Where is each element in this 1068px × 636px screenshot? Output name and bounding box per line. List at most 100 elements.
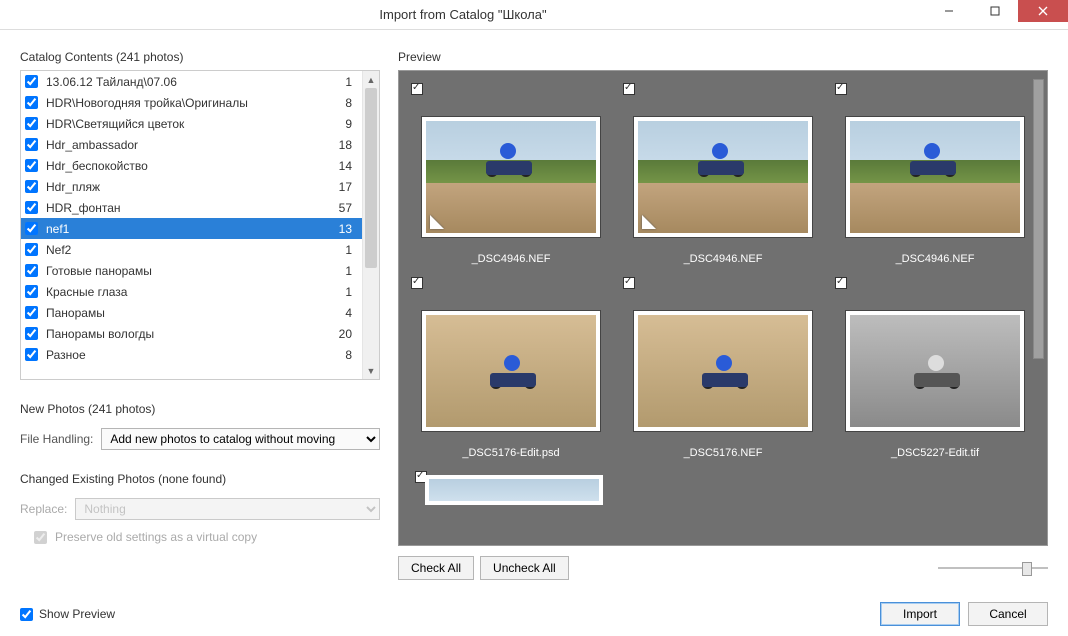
show-preview-label: Show Preview — [39, 607, 115, 621]
close-button[interactable] — [1018, 0, 1068, 22]
scrollbar-thumb[interactable] — [365, 88, 377, 268]
catalog-row-checkbox[interactable] — [25, 327, 38, 340]
catalog-row[interactable]: Красные глаза1 — [21, 281, 362, 302]
scroll-down-icon[interactable]: ▼ — [363, 362, 379, 379]
catalog-row-count: 17 — [328, 180, 356, 194]
preserve-checkbox — [34, 531, 47, 544]
catalog-row-checkbox[interactable] — [25, 306, 38, 319]
thumbnail-image[interactable] — [422, 117, 600, 237]
thumbnail-image[interactable] — [846, 117, 1024, 237]
catalog-row-checkbox[interactable] — [25, 201, 38, 214]
thumbnail-size-slider[interactable] — [938, 559, 1048, 577]
check-all-button[interactable]: Check All — [398, 556, 474, 580]
catalog-row-count: 57 — [328, 201, 356, 215]
thumbnail-cell[interactable]: _DSC5227-Edit.tif — [831, 273, 1039, 463]
thumbnail-caption: _DSC4946.NEF — [472, 253, 551, 265]
catalog-row[interactable]: Готовые панорамы1 — [21, 260, 362, 281]
catalog-row[interactable]: Разное8 — [21, 344, 362, 365]
thumbnail-caption: _DSC4946.NEF — [684, 253, 763, 265]
replace-label: Replace: — [20, 502, 67, 516]
thumbnail-image[interactable] — [634, 117, 812, 237]
catalog-row[interactable]: HDR\Новогодняя тройка\Оригиналы8 — [21, 92, 362, 113]
thumb-checkbox[interactable] — [835, 277, 847, 289]
import-button[interactable]: Import — [880, 602, 960, 626]
catalog-row-count: 18 — [328, 138, 356, 152]
catalog-row-count: 8 — [328, 348, 356, 362]
catalog-row-checkbox[interactable] — [25, 138, 38, 151]
catalog-row-name: Разное — [46, 348, 328, 362]
preview-scrollbar[interactable] — [1030, 71, 1047, 545]
scroll-up-icon[interactable]: ▲ — [363, 71, 379, 88]
thumbnail-caption: _DSC5176.NEF — [684, 447, 763, 459]
catalog-row[interactable]: HDR_фонтан57 — [21, 197, 362, 218]
preview-scrollbar-thumb[interactable] — [1033, 79, 1044, 359]
thumbnail-caption: _DSC5227-Edit.tif — [891, 447, 979, 459]
catalog-row[interactable]: HDR\Светящийся цветок9 — [21, 113, 362, 134]
preview-area: _DSC4946.NEF _DSC4946.NEF _DSC4946.NEF _DSC… — [398, 70, 1048, 546]
thumbnail-image[interactable] — [634, 311, 812, 431]
catalog-row[interactable]: Панорамы вологды20 — [21, 323, 362, 344]
catalog-row[interactable]: nef113 — [21, 218, 362, 239]
catalog-row-count: 9 — [328, 117, 356, 131]
catalog-scrollbar[interactable]: ▲ ▼ — [362, 71, 379, 379]
minimize-button[interactable] — [926, 0, 972, 22]
catalog-row-checkbox[interactable] — [25, 264, 38, 277]
catalog-row-checkbox[interactable] — [25, 75, 38, 88]
catalog-row-count: 14 — [328, 159, 356, 173]
thumb-checkbox[interactable] — [623, 277, 635, 289]
dogear-icon — [642, 215, 656, 229]
catalog-row-count: 4 — [328, 306, 356, 320]
thumbnail-partial[interactable] — [425, 475, 603, 505]
thumb-checkbox[interactable] — [623, 83, 635, 95]
catalog-row[interactable]: 13.06.12 Тайланд\07.061 — [21, 71, 362, 92]
catalog-row-checkbox[interactable] — [25, 285, 38, 298]
thumbnail-image[interactable] — [422, 311, 600, 431]
catalog-row-name: Hdr_ambassador — [46, 138, 328, 152]
thumbnail-cell[interactable]: _DSC5176.NEF — [619, 273, 827, 463]
thumbnail-cell[interactable]: _DSC4946.NEF — [831, 79, 1039, 269]
catalog-row-name: Красные глаза — [46, 285, 328, 299]
thumb-checkbox[interactable] — [411, 277, 423, 289]
preserve-label: Preserve old settings as a virtual copy — [55, 530, 257, 544]
catalog-row-checkbox[interactable] — [25, 348, 38, 361]
catalog-contents-heading: Catalog Contents (241 photos) — [20, 50, 380, 64]
catalog-row-name: HDR\Новогодняя тройка\Оригиналы — [46, 96, 328, 110]
catalog-row-name: HDR\Светящийся цветок — [46, 117, 328, 131]
catalog-row[interactable]: Панорамы4 — [21, 302, 362, 323]
catalog-row-checkbox[interactable] — [25, 159, 38, 172]
changed-photos-heading: Changed Existing Photos (none found) — [20, 472, 380, 486]
thumbnail-image[interactable] — [846, 311, 1024, 431]
catalog-row-checkbox[interactable] — [25, 96, 38, 109]
catalog-row-name: Панорамы вологды — [46, 327, 328, 341]
catalog-row[interactable]: Hdr_ambassador18 — [21, 134, 362, 155]
catalog-row-count: 13 — [328, 222, 356, 236]
catalog-row[interactable]: Hdr_пляж17 — [21, 176, 362, 197]
thumbnail-cell[interactable]: _DSC4946.NEF — [407, 79, 615, 269]
cancel-button[interactable]: Cancel — [968, 602, 1048, 626]
file-handling-select[interactable]: Add new photos to catalog without moving — [101, 428, 380, 450]
show-preview-checkbox-wrap[interactable]: Show Preview — [20, 607, 115, 621]
catalog-row[interactable]: Hdr_беспокойство14 — [21, 155, 362, 176]
preview-heading: Preview — [398, 50, 1048, 64]
catalog-row-checkbox[interactable] — [25, 243, 38, 256]
catalog-row-checkbox[interactable] — [25, 117, 38, 130]
thumbnail-cell[interactable]: _DSC5176-Edit.psd — [407, 273, 615, 463]
catalog-row-count: 1 — [328, 264, 356, 278]
catalog-row-checkbox[interactable] — [25, 222, 38, 235]
catalog-row-checkbox[interactable] — [25, 180, 38, 193]
maximize-button[interactable] — [972, 0, 1018, 22]
catalog-row[interactable]: Nef21 — [21, 239, 362, 260]
catalog-row-name: Hdr_пляж — [46, 180, 328, 194]
uncheck-all-button[interactable]: Uncheck All — [480, 556, 569, 580]
show-preview-checkbox[interactable] — [20, 608, 33, 621]
catalog-row-count: 1 — [328, 75, 356, 89]
thumbnail-cell[interactable]: _DSC4946.NEF — [619, 79, 827, 269]
window-title: Import from Catalog "Школа" — [0, 7, 926, 22]
thumb-checkbox[interactable] — [411, 83, 423, 95]
dogear-icon — [430, 215, 444, 229]
file-handling-label: File Handling: — [20, 432, 93, 446]
titlebar: Import from Catalog "Школа" — [0, 0, 1068, 30]
new-photos-heading: New Photos (241 photos) — [20, 402, 380, 416]
thumb-checkbox[interactable] — [835, 83, 847, 95]
thumbnail-caption: _DSC5176-Edit.psd — [462, 447, 559, 459]
